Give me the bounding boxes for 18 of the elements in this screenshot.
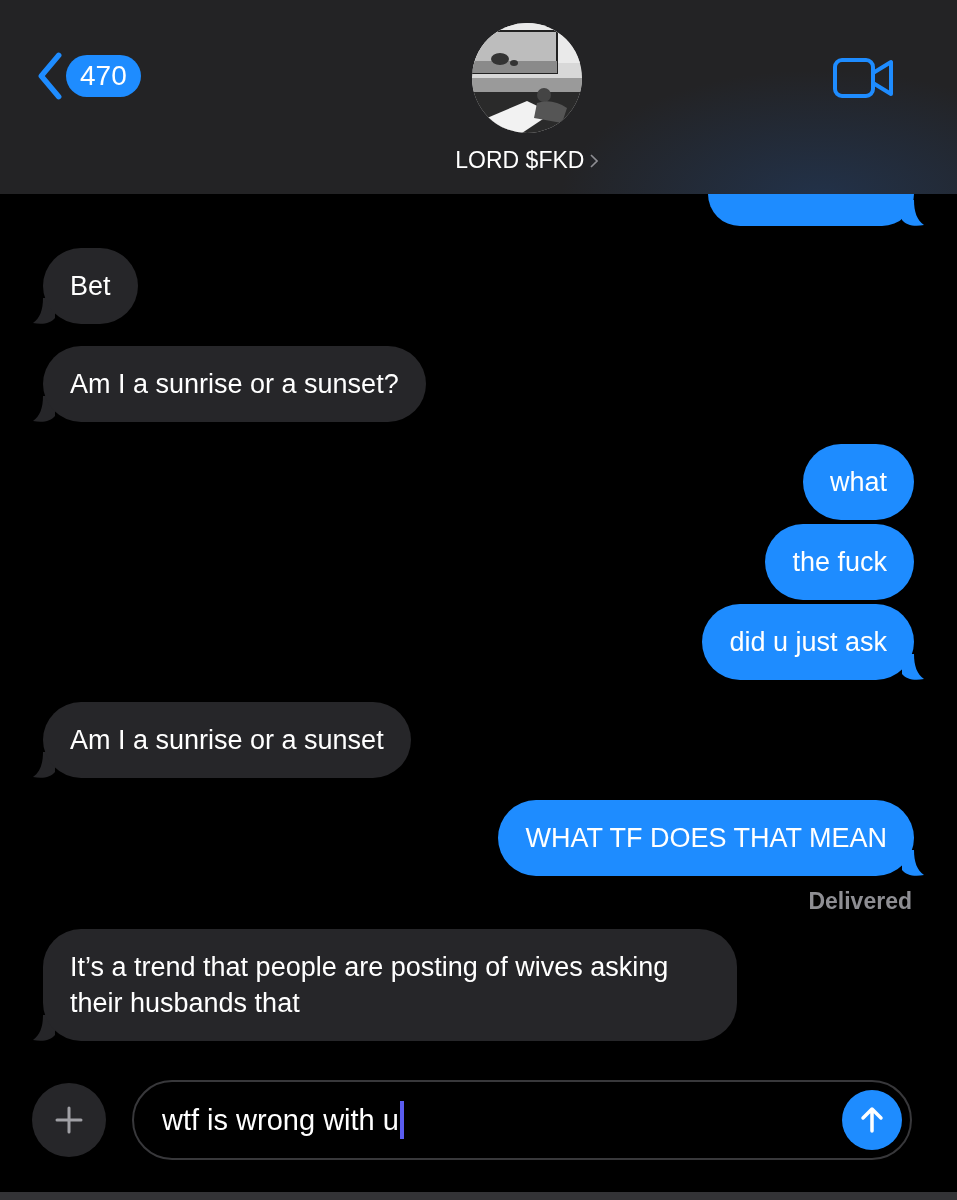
message-text: the fuck [792, 547, 887, 577]
message-text: It’s a trend that people are posting of wives asking their husbands that [70, 952, 669, 1018]
message-text: Bet [70, 271, 111, 301]
contact-name[interactable]: LORD $FKD [455, 147, 585, 174]
back-icon[interactable] [36, 52, 64, 100]
chevron-icon [590, 153, 599, 168]
message-text: Am I a sunrise or a sunset [70, 725, 384, 755]
message-text: did u just ask [729, 627, 887, 657]
video-camera-icon[interactable] [833, 56, 895, 100]
message-text: what [829, 467, 887, 497]
text-cursor [399, 1101, 404, 1139]
message-text: Am I a sunrise or a sunset? [70, 369, 399, 399]
send-button[interactable] [842, 1090, 902, 1150]
plus-icon [54, 1105, 84, 1135]
delivery-status: Delivered [808, 888, 912, 915]
message-field[interactable]: wtf is wrong with u [132, 1080, 912, 1160]
message-text: WHAT TF DOES THAT MEAN [525, 823, 887, 853]
bubble-tail [902, 200, 924, 226]
